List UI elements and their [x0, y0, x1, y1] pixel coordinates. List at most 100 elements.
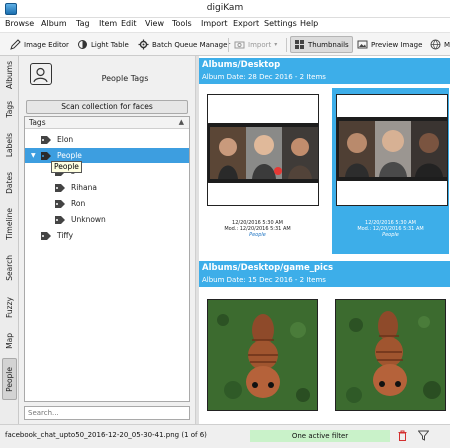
image-icon	[357, 40, 368, 49]
active-filter-indicator[interactable]: One active filter	[250, 430, 390, 442]
camera-icon	[234, 41, 245, 49]
thumbnail-image	[336, 94, 448, 206]
tab-tags-label: Tags	[5, 100, 14, 118]
tree-column-header[interactable]: Tags ▲	[25, 117, 189, 129]
title-bar: digiKam	[0, 0, 450, 18]
tag-tooltip: People	[51, 161, 82, 173]
tag-label: Ron	[71, 199, 86, 208]
tab-tags[interactable]: Tags	[2, 94, 17, 124]
thumbnail-tag: People	[382, 232, 399, 238]
menu-item[interactable]: Item	[99, 19, 117, 28]
tab-dates-label: Dates	[5, 172, 14, 194]
window-title: digiKam	[206, 3, 244, 13]
album-group-header[interactable]: Albums/Desktop/game_pics Album Date: 15 …	[199, 261, 450, 287]
tag-icon	[41, 135, 51, 144]
tab-timeline-label: Timeline	[5, 208, 14, 240]
batch-queue-manager-button[interactable]: Batch Queue Manager	[138, 36, 230, 53]
menu-export[interactable]: Export	[233, 19, 259, 28]
thumbnails-view-button[interactable]: Thumbnails	[290, 36, 353, 53]
menu-tools[interactable]: Tools	[172, 19, 192, 28]
image-editor-button[interactable]: Image Editor	[10, 36, 69, 53]
image-editor-label: Image Editor	[24, 40, 69, 49]
people-tag-tree: Tags ▲ Elon ▼ People s Rihana Ron Unknow…	[24, 116, 190, 402]
thumbnail-image[interactable]	[335, 299, 446, 411]
menu-view[interactable]: View	[145, 19, 164, 28]
main-toolbar: Image Editor Light Table Batch Queue Man…	[0, 32, 450, 56]
light-table-icon	[78, 40, 87, 49]
thumbnail-item-selected[interactable]: 12/20/2016 5:30 AM Mod.: 12/20/2016 5:31…	[332, 88, 449, 254]
tab-fuzzy[interactable]: Fuzzy	[2, 290, 17, 324]
tab-timeline[interactable]: Timeline	[2, 202, 17, 246]
tag-item-tiffy[interactable]: Tiffy	[25, 228, 189, 243]
menu-album[interactable]: Album	[41, 19, 67, 28]
clear-filter-trash-icon[interactable]	[398, 430, 407, 441]
tags-column-label: Tags	[29, 118, 46, 127]
thumbnail-tag: People	[249, 232, 266, 238]
menu-import[interactable]: Import	[201, 19, 228, 28]
tab-dates[interactable]: Dates	[2, 166, 17, 200]
tag-label: People	[57, 151, 82, 160]
light-table-button[interactable]: Light Table	[77, 36, 129, 53]
expanded-arrow-icon[interactable]: ▼	[31, 152, 36, 159]
thumbnails-label: Thumbnails	[308, 40, 349, 49]
tag-label: Unknown	[71, 215, 106, 224]
tag-icon	[41, 231, 51, 240]
menu-browse[interactable]: Browse	[5, 19, 34, 28]
import-button[interactable]: Import ▾	[234, 36, 277, 53]
tab-albums[interactable]: Albums	[2, 58, 17, 92]
menu-settings[interactable]: Settings	[264, 19, 297, 28]
status-current-file: facebook_chat_upto50_2016-12-20_05-30-41…	[5, 431, 207, 439]
tab-map[interactable]: Map	[2, 326, 17, 356]
toolbar-separator	[286, 38, 287, 52]
tab-map-label: Map	[5, 333, 14, 349]
tab-labels-label: Labels	[5, 132, 14, 158]
tab-albums-label: Albums	[5, 61, 14, 89]
preview-image-label: Preview Image	[371, 40, 423, 49]
map-view-label: M	[444, 40, 450, 49]
grid-icon	[295, 40, 304, 49]
album-group-title: Albums/Desktop/game_pics	[202, 263, 334, 273]
import-label: Import	[248, 40, 272, 49]
tag-item-people[interactable]: ▼ People	[25, 148, 189, 163]
tab-labels[interactable]: Labels	[2, 126, 17, 164]
tag-label: Rihana	[71, 183, 97, 192]
preview-image-button[interactable]: Preview Image	[357, 36, 422, 53]
menu-help[interactable]: Help	[300, 19, 318, 28]
tab-people-label: People	[5, 366, 14, 392]
tag-item-s[interactable]: s	[25, 164, 189, 179]
batch-queue-manager-label: Batch Queue Manager	[152, 40, 231, 49]
people-panel-header: People Tags	[20, 56, 195, 96]
import-dropdown-arrow-icon: ▾	[274, 41, 278, 48]
tag-search-input[interactable]	[25, 407, 189, 419]
tag-search-box[interactable]	[24, 406, 190, 420]
album-group-title: Albums/Desktop	[202, 60, 281, 70]
tag-item-ron[interactable]: Ron	[25, 196, 189, 211]
tab-fuzzy-label: Fuzzy	[5, 296, 14, 318]
thumbnail-view: Albums/Desktop Album Date: 28 Dec 2016 -…	[199, 56, 450, 424]
tag-icon	[55, 199, 65, 208]
people-panel: People Tags Scan collection for faces Ta…	[20, 56, 195, 424]
thumbnail-image[interactable]	[207, 299, 318, 411]
filter-funnel-icon[interactable]	[418, 430, 429, 441]
tag-item-rihana[interactable]: Rihana	[25, 180, 189, 195]
light-table-label: Light Table	[91, 40, 129, 49]
tag-item-elon[interactable]: Elon	[25, 132, 189, 147]
tab-people[interactable]: People	[2, 358, 17, 400]
album-group-header[interactable]: Albums/Desktop Album Date: 28 Dec 2016 -…	[199, 58, 450, 84]
face-tags-icon	[30, 63, 52, 85]
tag-icon	[41, 151, 51, 160]
tag-item-unknown[interactable]: Unknown	[25, 212, 189, 227]
scan-collection-for-faces-button[interactable]: Scan collection for faces	[26, 100, 188, 114]
album-group-subtitle: Album Date: 15 Dec 2016 - 2 Items	[202, 276, 326, 284]
toolbar-separator	[228, 38, 229, 52]
menu-tag[interactable]: Tag	[76, 19, 90, 28]
status-bar: facebook_chat_upto50_2016-12-20_05-30-41…	[0, 424, 450, 448]
menu-edit[interactable]: Edit	[121, 19, 137, 28]
map-view-button[interactable]: M	[430, 36, 450, 53]
left-sidebar-tabs: Albums Tags Labels Dates Timeline Search…	[0, 56, 19, 424]
tab-search[interactable]: Search	[2, 248, 17, 288]
pencil-icon	[10, 39, 21, 50]
menu-bar: Browse Album Tag Item Edit View Tools Im…	[0, 18, 450, 32]
tag-icon	[55, 215, 65, 224]
thumbnail-item[interactable]: 12/20/2016 5:30 AM Mod.: 12/20/2016 5:31…	[199, 88, 319, 254]
